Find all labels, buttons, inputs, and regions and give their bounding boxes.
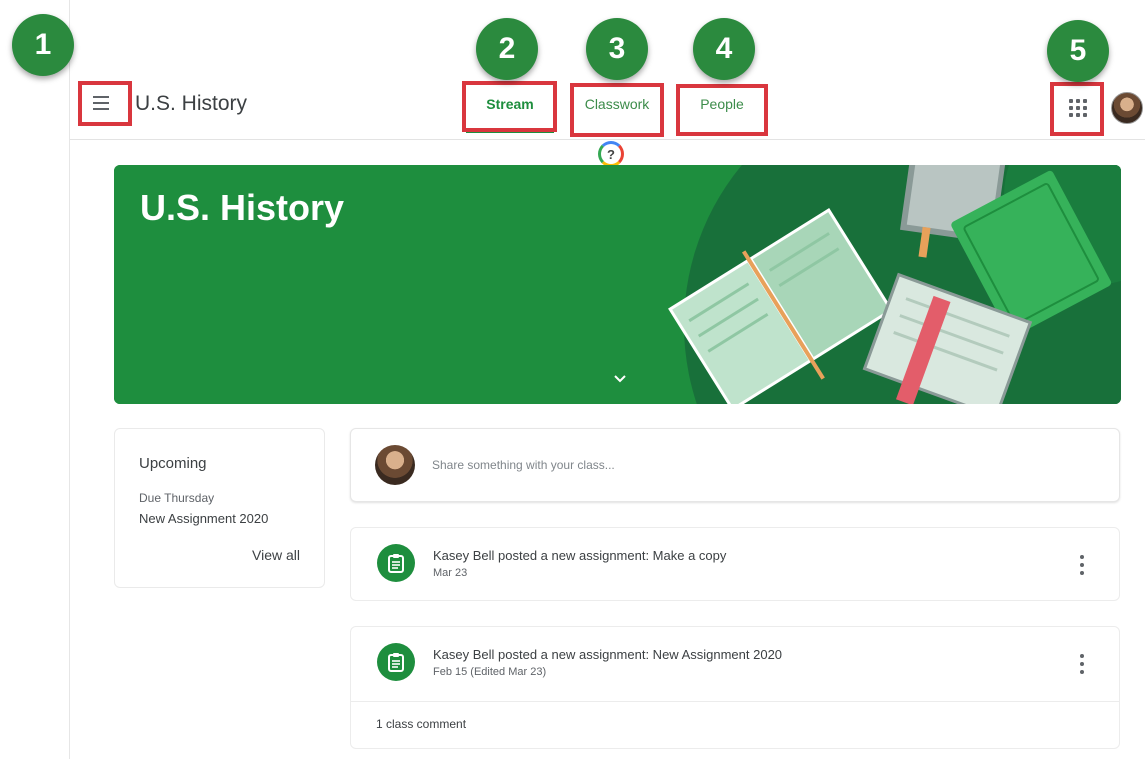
post-date: Feb 15 (Edited Mar 23) [433,666,547,678]
stream-post[interactable]: Kasey Bell posted a new assignment: Make… [350,527,1120,601]
stream-post[interactable]: Kasey Bell posted a new assignment: New … [350,626,1120,749]
upcoming-assignment-link[interactable]: New Assignment 2020 [139,511,268,526]
callout-3: 3 [586,18,648,80]
account-avatar[interactable] [1111,92,1143,124]
callout-1: 1 [12,14,74,76]
callout-2: 2 [476,18,538,80]
highlight-box-people [676,84,768,136]
avatar [375,445,415,485]
post-date: Mar 23 [433,567,468,579]
highlight-box-apps [1050,82,1104,136]
help-button[interactable]: ? [598,141,624,167]
class-banner: U.S. History [114,165,1121,404]
more-options-icon[interactable] [1077,654,1087,674]
view-all-button[interactable]: View all [252,547,300,563]
assignment-icon [377,643,415,681]
highlight-box-menu [78,81,132,126]
assignment-icon [377,544,415,582]
class-title[interactable]: U.S. History [135,92,247,116]
upcoming-card: Upcoming Due Thursday New Assignment 202… [114,428,325,588]
upcoming-due-label: Due Thursday [139,491,215,505]
callout-4: 4 [693,18,755,80]
more-options-icon[interactable] [1077,555,1087,575]
divider [351,701,1119,702]
callout-5: 5 [1047,20,1109,82]
share-announcement-box[interactable]: Share something with your class... [350,428,1120,502]
post-title[interactable]: Kasey Bell posted a new assignment: Make… [433,548,726,563]
highlight-box-classwork [570,83,664,137]
class-comments-link[interactable]: 1 class comment [376,717,466,731]
post-title[interactable]: Kasey Bell posted a new assignment: New … [433,647,782,662]
upcoming-title: Upcoming [139,455,207,472]
share-input-placeholder[interactable]: Share something with your class... [432,458,615,472]
chevron-down-icon[interactable] [610,369,630,389]
banner-title: U.S. History [140,187,345,228]
highlight-box-stream [462,81,557,132]
